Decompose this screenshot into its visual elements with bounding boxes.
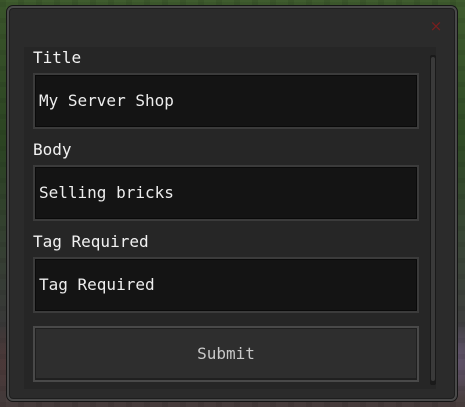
close-icon[interactable]: × [428, 18, 444, 34]
scrollbar[interactable] [430, 55, 436, 385]
title-label: Title [33, 48, 82, 67]
submit-button[interactable]: Submit [33, 326, 419, 382]
body-label: Body [33, 140, 72, 159]
tag-required-label: Tag Required [33, 232, 149, 251]
shop-editor-dialog: × Title My Server Shop Body Selling bric… [7, 6, 457, 401]
body-input[interactable]: Selling bricks [33, 165, 419, 221]
scrollbar-thumb[interactable] [431, 57, 435, 381]
title-input[interactable]: My Server Shop [33, 73, 419, 129]
tag-required-input[interactable]: Tag Required [33, 257, 419, 313]
